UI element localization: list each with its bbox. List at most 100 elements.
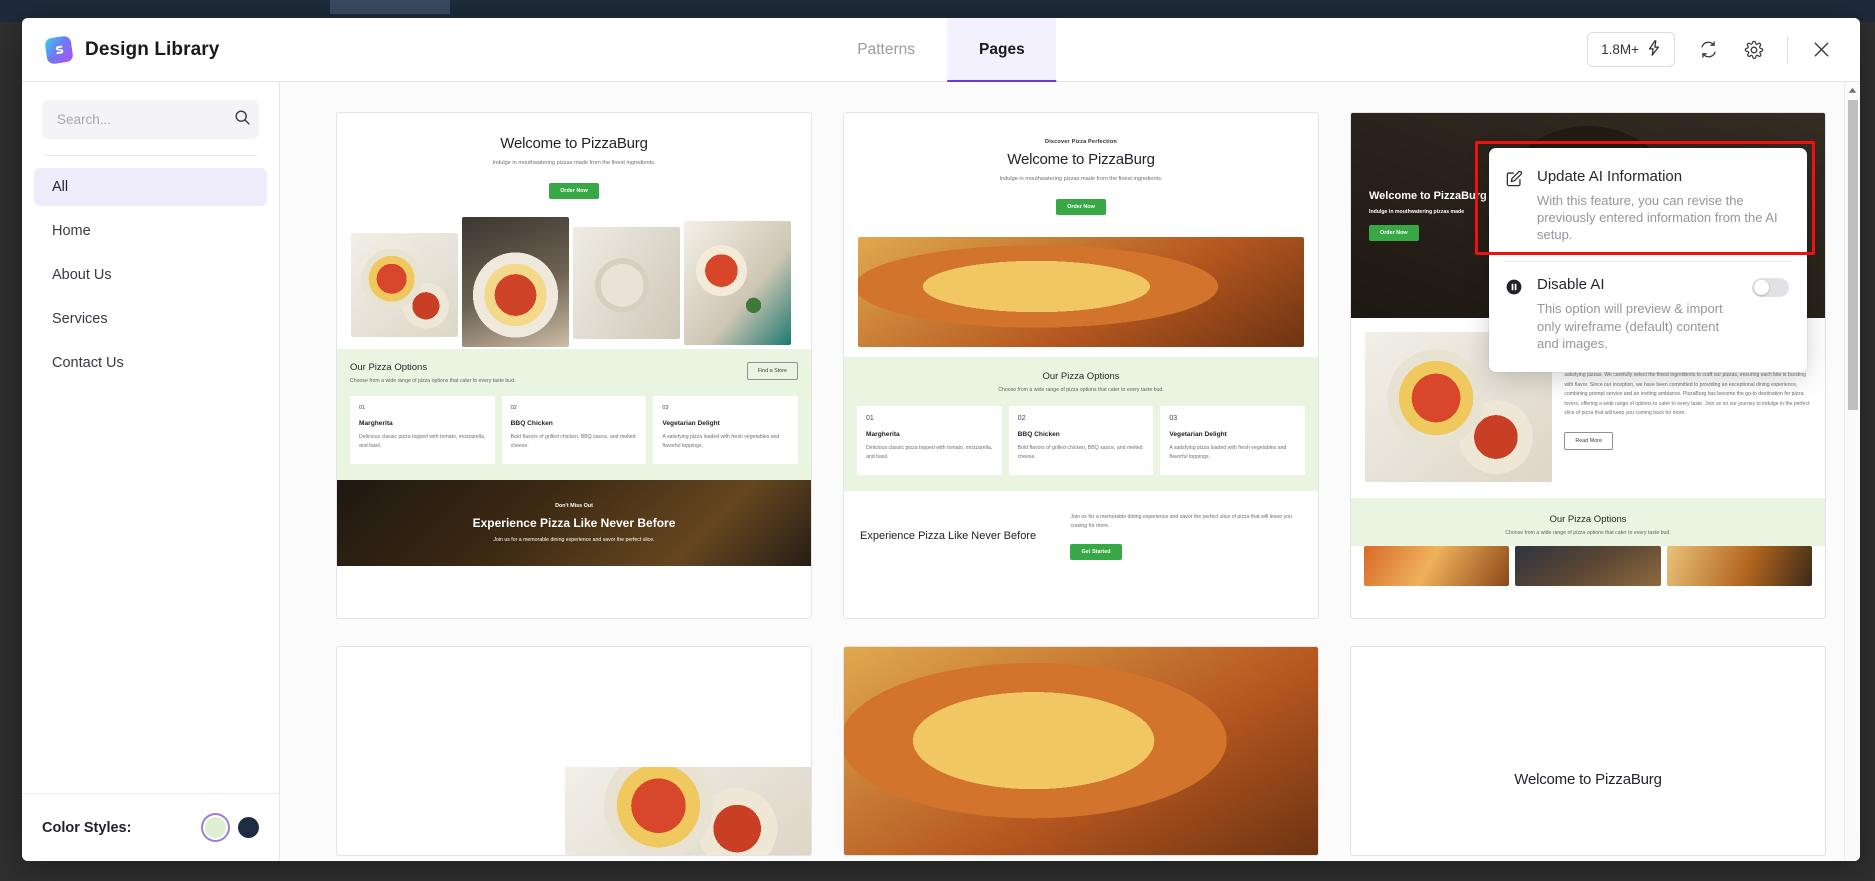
option-card: 03 Vegetarian Delight A satisfying pizza… bbox=[653, 395, 799, 464]
mini-banner: Don't Miss Out Experience Pizza Like Nev… bbox=[337, 479, 811, 566]
mini-options-list: 01 Margherita Delicious classic pizza to… bbox=[350, 395, 799, 464]
mini-cta-section: Experience Pizza Like Never Before Join … bbox=[844, 490, 1318, 583]
find-a-store-button[interactable]: Find a Store bbox=[746, 361, 798, 380]
header-divider bbox=[1787, 36, 1788, 63]
menu-item-description: With this feature, you can revise the pr… bbox=[1537, 193, 1778, 243]
mini-hero: Welcome to PizzaBurg Indulge in mouthwat… bbox=[337, 113, 811, 213]
ai-options-dropdown: Update AI Information With this feature,… bbox=[1489, 148, 1807, 372]
option-title: BBQ Chicken bbox=[1017, 430, 1060, 438]
option-desc: Bold flavors of grilled chicken, BBQ sau… bbox=[510, 433, 636, 450]
option-desc: Delicious classic pizza topped with toma… bbox=[359, 433, 486, 450]
sidebar-item-all[interactable]: All bbox=[34, 168, 267, 206]
option-photo bbox=[1666, 546, 1812, 586]
option-desc: A satisfying pizza loaded with fresh veg… bbox=[662, 433, 780, 450]
mini-hero-image-wrap bbox=[844, 229, 1318, 347]
chevron-up-icon[interactable] bbox=[1845, 82, 1860, 98]
sidebar: All Home About Us Services Contact Us Co… bbox=[22, 82, 280, 861]
search-input[interactable] bbox=[57, 112, 234, 127]
vertical-scrollbar[interactable] bbox=[1844, 82, 1860, 861]
search-wrapper bbox=[22, 82, 279, 139]
read-more-button[interactable]: Read More bbox=[1564, 431, 1613, 450]
option-card: 01 Margherita Delicious classic pizza to… bbox=[350, 395, 495, 464]
mini-options-heading: Our Pizza Options bbox=[1042, 370, 1120, 382]
brand: Design Library bbox=[22, 34, 302, 65]
menu-item-text: Update AI Information With this feature,… bbox=[1537, 168, 1789, 243]
refresh-sync-icon[interactable] bbox=[1695, 37, 1721, 63]
tab-pages[interactable]: Pages bbox=[947, 18, 1057, 82]
mini-options-photos bbox=[1351, 546, 1825, 586]
menu-item-disable-ai[interactable]: Disable AI This option will preview & im… bbox=[1489, 262, 1807, 357]
menu-item-update-ai-information[interactable]: Update AI Information With this feature,… bbox=[1489, 154, 1807, 249]
search-icon[interactable] bbox=[234, 109, 251, 131]
mini-options-section: Our Pizza Options Choose from a wide ran… bbox=[337, 348, 811, 480]
page-card-home-variant-1[interactable]: Welcome to PizzaBurg Indulge in mouthwat… bbox=[336, 112, 812, 619]
banner-subtitle: Join us for a memorable dining experienc… bbox=[493, 536, 655, 543]
credits-button[interactable]: 1.8M+ bbox=[1587, 32, 1675, 67]
header-tabs: Patterns Pages bbox=[825, 18, 1057, 82]
menu-item-description: This option will preview & import only w… bbox=[1537, 301, 1723, 351]
modal-header: Design Library Patterns Pages 1.8M+ bbox=[22, 18, 1860, 82]
sidebar-item-home[interactable]: Home bbox=[34, 212, 267, 250]
option-card: 02 BBQ Chicken Bold flavors of grilled c… bbox=[501, 395, 647, 464]
page-card-row2-3[interactable]: Welcome to PizzaBurg bbox=[1350, 646, 1826, 856]
get-started-button[interactable]: Get Started bbox=[1070, 544, 1122, 561]
option-desc: Delicious classic pizza topped with toma… bbox=[866, 444, 993, 461]
mini-options-heading: Our Pizza Options bbox=[1549, 514, 1627, 525]
page-card-row2-1[interactable] bbox=[336, 646, 812, 856]
menu-item-text: Disable AI This option will preview & im… bbox=[1537, 276, 1740, 351]
option-number: 01 bbox=[359, 404, 366, 411]
tab-patterns[interactable]: Patterns bbox=[825, 18, 947, 82]
mini-options-section: Our Pizza Options Choose from a wide ran… bbox=[1351, 498, 1825, 546]
sitepad-logo-icon bbox=[44, 34, 74, 65]
gallery-photo bbox=[351, 232, 459, 337]
color-swatch-dark-navy[interactable] bbox=[238, 817, 259, 838]
option-desc: A satisfying pizza loaded with fresh veg… bbox=[1169, 444, 1287, 461]
search-box[interactable] bbox=[42, 100, 259, 139]
gallery-photo bbox=[462, 216, 570, 347]
sidebar-item-contact-us[interactable]: Contact Us bbox=[34, 344, 267, 382]
mini-options-subheading: Choose from a wide range of pizza option… bbox=[350, 377, 516, 384]
sidebar-item-about-us[interactable]: About Us bbox=[34, 256, 267, 294]
color-swatch-light-green[interactable] bbox=[205, 817, 226, 838]
row2-photo bbox=[564, 767, 811, 855]
mini-hero-eyebrow: Discover Pizza Perfection bbox=[1045, 139, 1117, 145]
scrollbar-track[interactable] bbox=[1847, 98, 1858, 861]
close-x-icon[interactable] bbox=[1808, 37, 1834, 63]
color-styles-label: Color Styles: bbox=[42, 819, 132, 836]
mini-options-subheading: Choose from a wide range of pizza option… bbox=[998, 386, 1164, 393]
page-card-row2-2[interactable] bbox=[843, 646, 1319, 856]
mini-options-section: Our Pizza Options Choose from a wide ran… bbox=[844, 356, 1318, 491]
row2-title: Welcome to PizzaBurg bbox=[1514, 771, 1662, 788]
gallery-photo bbox=[573, 226, 681, 339]
option-desc: Bold flavors of grilled chicken, BBQ sau… bbox=[1017, 444, 1143, 461]
header-actions: 1.8M+ bbox=[1587, 32, 1860, 67]
color-styles-section: Color Styles: bbox=[22, 793, 279, 861]
mini-hero-button[interactable]: Order Now bbox=[1056, 198, 1106, 215]
page-card-home-variant-2[interactable]: Discover Pizza Perfection Welcome to Piz… bbox=[843, 112, 1319, 619]
mini-hero-subtitle: Indulge in mouthwatering pizzas made fro… bbox=[492, 160, 656, 166]
option-number: 02 bbox=[1017, 414, 1026, 422]
scrollbar-thumb[interactable] bbox=[1848, 100, 1858, 410]
option-number: 02 bbox=[510, 404, 517, 411]
gear-icon[interactable] bbox=[1741, 37, 1767, 63]
toggle-knob bbox=[1754, 280, 1769, 296]
mini-hero-button[interactable]: Order Now bbox=[1369, 225, 1419, 241]
mini-hero-title: Welcome to PizzaBurg bbox=[500, 135, 648, 152]
disable-ai-toggle[interactable] bbox=[1752, 278, 1789, 298]
mini-options-list: 01 Margherita Delicious classic pizza to… bbox=[857, 405, 1306, 475]
option-number: 03 bbox=[662, 404, 669, 411]
option-title: Margherita bbox=[866, 430, 900, 438]
color-swatches bbox=[205, 817, 259, 838]
sidebar-item-services[interactable]: Services bbox=[34, 300, 267, 338]
banner-eyebrow: Don't Miss Out bbox=[555, 502, 593, 509]
option-card: 03 Vegetarian Delight A satisfying pizza… bbox=[1160, 405, 1306, 475]
banner-title: Experience Pizza Like Never Before bbox=[472, 515, 676, 530]
mini-hero: Discover Pizza Perfection Welcome to Piz… bbox=[844, 113, 1318, 229]
design-library-modal: Design Library Patterns Pages 1.8M+ Sear… bbox=[22, 18, 1860, 861]
cta-paragraph: Join us for a memorable dining experienc… bbox=[1070, 513, 1292, 529]
pause-circle-icon bbox=[1505, 276, 1525, 351]
mini-hero-subtitle: Indulge in mouthwatering pizzas made fro… bbox=[999, 176, 1163, 182]
page-title: Design Library bbox=[85, 38, 220, 60]
mini-hero-button[interactable]: Order Now bbox=[549, 182, 599, 199]
gallery-photo bbox=[684, 220, 792, 345]
